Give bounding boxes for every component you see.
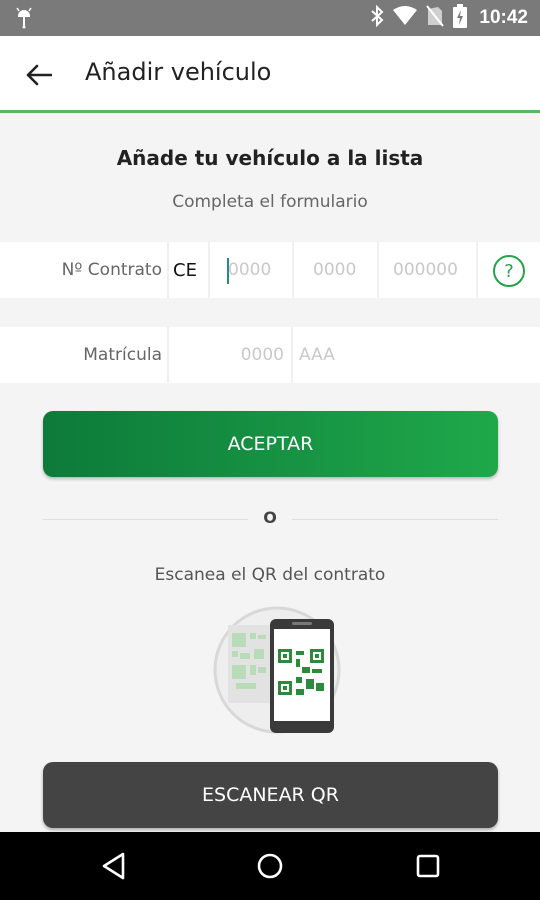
plate-label: Matrícula — [83, 345, 162, 365]
plate-numbers-field[interactable]: 0000 — [172, 327, 284, 383]
contract-field-1[interactable]: 0000 — [228, 242, 288, 298]
contract-label: Nº Contrato — [61, 260, 162, 280]
wifi-icon — [393, 6, 418, 30]
back-triangle-icon[interactable] — [98, 850, 130, 882]
contract-row: Nº Contrato CE 0000 0000 000000 — [0, 242, 540, 298]
home-circle-icon[interactable] — [254, 850, 286, 882]
or-divider-text: O — [263, 508, 277, 527]
divider — [292, 242, 294, 298]
contract-field-2[interactable]: 0000 — [313, 242, 373, 298]
status-bar: 10:42 — [0, 0, 540, 36]
android-debug-icon — [14, 7, 34, 33]
battery-charging-icon — [453, 4, 468, 32]
contract-prefix: CE — [173, 259, 197, 281]
accept-button[interactable]: ACEPTAR — [43, 411, 498, 477]
divider — [377, 242, 379, 298]
bluetooth-icon — [370, 4, 384, 31]
divider — [291, 327, 293, 383]
no-sim-icon — [426, 5, 445, 31]
status-time: 10:42 — [479, 7, 528, 28]
text-cursor — [227, 258, 229, 284]
divider — [167, 242, 169, 298]
contract-field-3[interactable]: 000000 — [393, 242, 473, 298]
system-nav-bar — [0, 832, 540, 900]
phone-scanning-qr-icon — [212, 605, 342, 735]
form-subheading: Completa el formulario — [172, 192, 368, 212]
recents-square-icon[interactable] — [412, 850, 444, 882]
plate-row: Matrícula 0000 AAA — [0, 327, 540, 383]
divider — [208, 242, 210, 298]
divider — [167, 327, 169, 383]
scan-instruction: Escanea el QR del contrato — [154, 565, 386, 585]
scan-qr-button[interactable]: ESCANEAR QR — [43, 762, 498, 828]
arrow-left-icon[interactable] — [22, 58, 56, 92]
question-circle-icon[interactable]: ? — [493, 255, 525, 287]
form-heading: Añade tu vehículo a la lista — [116, 146, 424, 170]
app-bar: Añadir vehículo — [0, 36, 540, 113]
page-title: Añadir vehículo — [85, 58, 272, 86]
plate-letters-field[interactable]: AAA — [299, 327, 529, 383]
divider — [476, 242, 478, 298]
